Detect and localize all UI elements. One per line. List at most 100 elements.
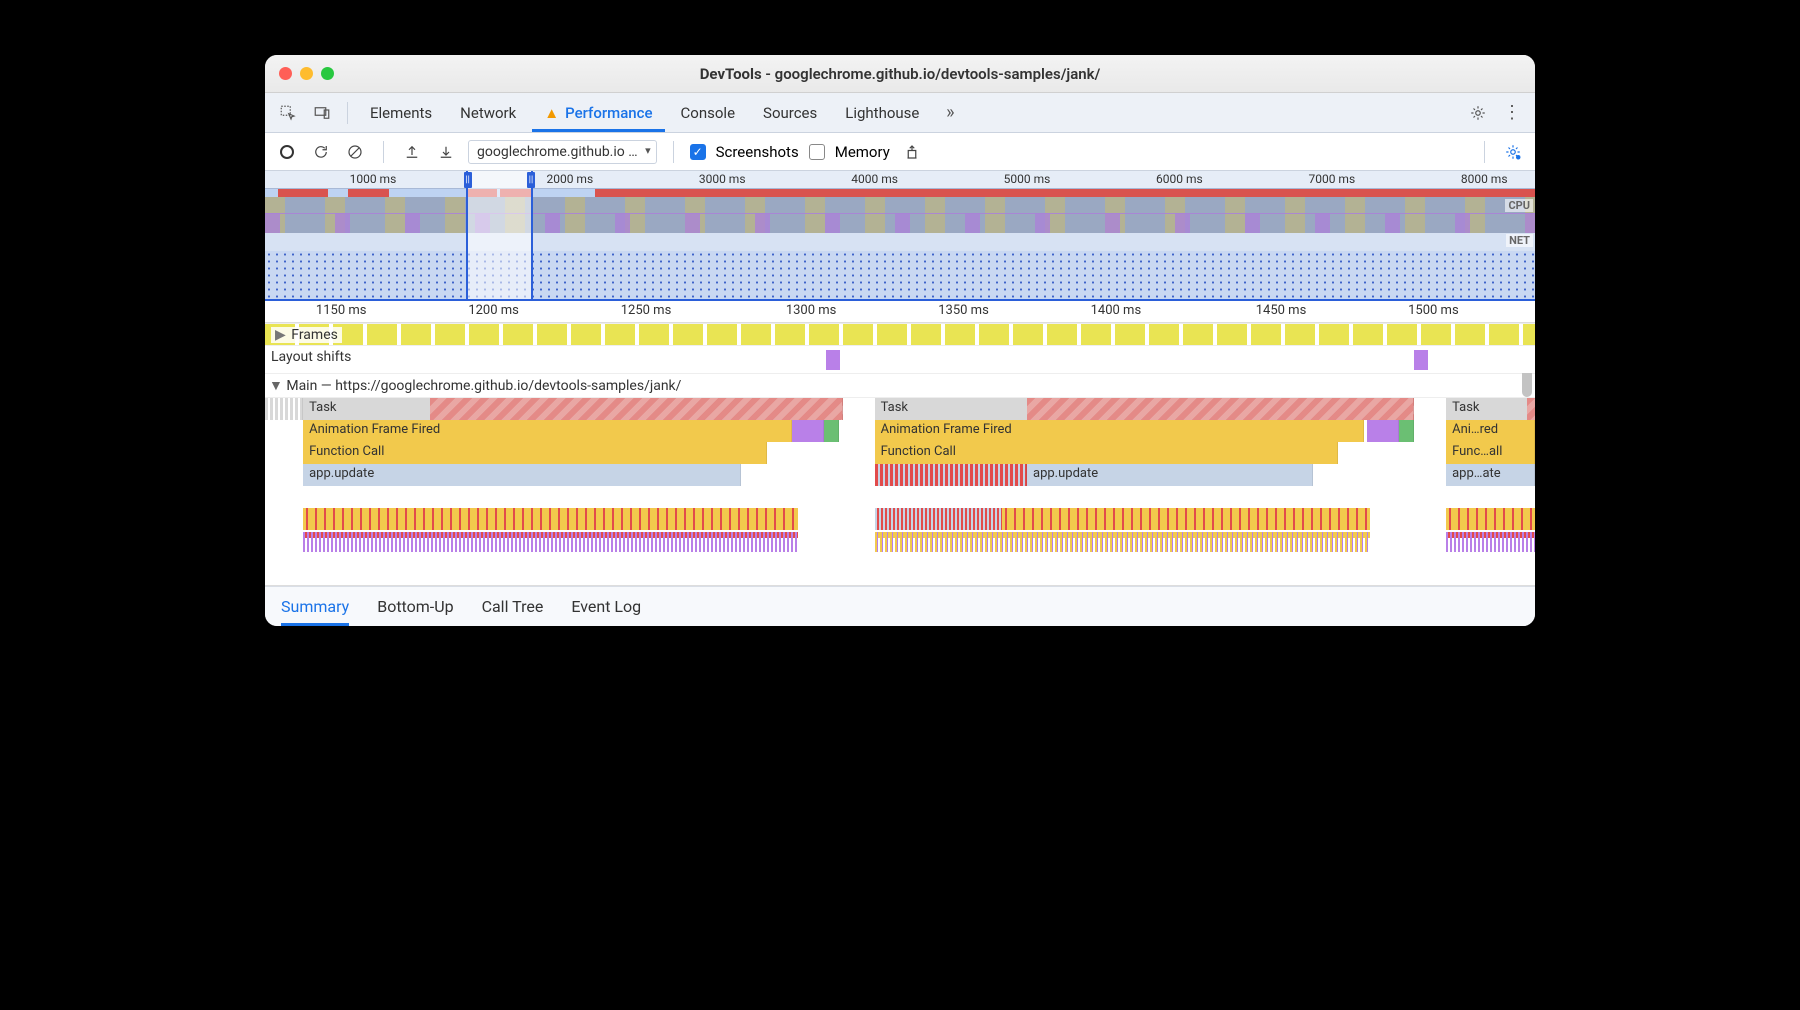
function-call-segment[interactable]: Func…all bbox=[1446, 442, 1535, 464]
settings-icon[interactable] bbox=[1463, 98, 1493, 128]
selection-handle-left[interactable]: || bbox=[464, 172, 472, 188]
tab-bottom-up[interactable]: Bottom-Up bbox=[377, 587, 453, 626]
flame-rows[interactable]: TaskAnimation Frame FiredFunction Callap… bbox=[265, 397, 1535, 577]
timeline-overview[interactable]: 1000 ms 2000 ms 3000 ms 4000 ms 5000 ms … bbox=[265, 171, 1535, 301]
flame-segment[interactable] bbox=[824, 420, 839, 442]
divider bbox=[1484, 141, 1485, 163]
animation-frame-segment[interactable]: Animation Frame Fired bbox=[875, 420, 1364, 442]
flame-segment[interactable] bbox=[1399, 420, 1414, 442]
main-thread-header[interactable]: ▼ Main — https://googlechrome.github.io/… bbox=[265, 373, 1535, 397]
layout-shift-marker[interactable] bbox=[1414, 350, 1428, 370]
selection-handle-right[interactable]: || bbox=[527, 172, 535, 188]
main-tabbar: Elements Network ▲ Performance Console S… bbox=[265, 93, 1535, 133]
zoom-window-button[interactable] bbox=[321, 67, 334, 80]
flame-segment[interactable] bbox=[1367, 420, 1399, 442]
frames-label: Frames bbox=[291, 327, 338, 343]
ruler-tick: 1000 ms bbox=[350, 172, 397, 186]
download-profile-icon[interactable] bbox=[434, 140, 458, 164]
device-toolbar-icon[interactable] bbox=[307, 98, 337, 128]
tab-performance[interactable]: ▲ Performance bbox=[532, 93, 664, 132]
ruler-tick: 1250 ms bbox=[621, 303, 672, 318]
devtools-window: DevTools - googlechrome.github.io/devtoo… bbox=[265, 55, 1535, 626]
flame-micro-row[interactable] bbox=[303, 508, 798, 530]
memory-checkbox[interactable] bbox=[809, 144, 825, 160]
flame-segment[interactable] bbox=[265, 398, 303, 420]
animation-frame-segment[interactable]: Ani…red bbox=[1446, 420, 1535, 442]
ruler-tick: 1200 ms bbox=[468, 303, 519, 318]
screenshots-strip bbox=[265, 251, 1535, 299]
ruler-tick: 1450 ms bbox=[1256, 303, 1307, 318]
layout-shifts-label: Layout shifts bbox=[271, 349, 351, 365]
close-window-button[interactable] bbox=[279, 67, 292, 80]
ruler-tick: 2000 ms bbox=[546, 172, 593, 186]
tab-call-tree[interactable]: Call Tree bbox=[482, 587, 544, 626]
memory-label: Memory bbox=[835, 143, 890, 161]
flame-micro-row[interactable] bbox=[1446, 532, 1535, 552]
function-call-segment[interactable]: Function Call bbox=[875, 442, 1339, 464]
frames-track[interactable]: ▶ Frames bbox=[265, 323, 1535, 345]
jank-marker bbox=[348, 189, 390, 197]
function-call-segment[interactable]: Function Call bbox=[303, 442, 767, 464]
minimize-window-button[interactable] bbox=[300, 67, 313, 80]
net-label: NET bbox=[1506, 234, 1533, 247]
collect-garbage-icon[interactable] bbox=[900, 140, 924, 164]
flame-ruler: 1150 ms 1200 ms 1250 ms 1300 ms 1350 ms … bbox=[265, 301, 1535, 323]
screenshots-checkbox[interactable]: ✓ bbox=[690, 144, 706, 160]
record-button[interactable] bbox=[275, 140, 299, 164]
flame-micro-row[interactable] bbox=[303, 532, 798, 552]
tab-event-log[interactable]: Event Log bbox=[571, 587, 641, 626]
warning-icon: ▲ bbox=[544, 104, 559, 122]
ruler-tick: 7000 ms bbox=[1308, 172, 1355, 186]
long-task-indicator[interactable] bbox=[1027, 398, 1414, 420]
disclosure-triangle-icon[interactable]: ▼ bbox=[269, 378, 283, 394]
ruler-tick: 6000 ms bbox=[1156, 172, 1203, 186]
tab-summary[interactable]: Summary bbox=[281, 587, 349, 626]
kebab-menu-icon[interactable]: ⋮ bbox=[1497, 98, 1527, 128]
profile-selector[interactable]: googlechrome.github.io … bbox=[468, 140, 657, 164]
tab-console[interactable]: Console bbox=[669, 93, 748, 132]
long-task-indicator[interactable] bbox=[1527, 398, 1535, 420]
app-update-segment[interactable]: app.update bbox=[1027, 464, 1313, 486]
flame-micro-row[interactable] bbox=[1446, 508, 1535, 530]
window-controls bbox=[279, 67, 334, 80]
ruler-tick: 5000 ms bbox=[1004, 172, 1051, 186]
flame-chart[interactable]: ▶ Frames Layout shifts ▼ Main — https://… bbox=[265, 323, 1535, 586]
cpu-label: CPU bbox=[1505, 199, 1533, 212]
task-segment[interactable]: Task bbox=[1446, 398, 1535, 420]
animation-frame-segment[interactable]: Animation Frame Fired bbox=[303, 420, 792, 442]
tab-lighthouse[interactable]: Lighthouse bbox=[833, 93, 931, 132]
cpu-overview-chart bbox=[265, 197, 1535, 233]
ruler-tick: 1350 ms bbox=[938, 303, 989, 318]
tab-network[interactable]: Network bbox=[448, 93, 528, 132]
capture-settings-icon[interactable] bbox=[1501, 140, 1525, 164]
reload-record-button[interactable] bbox=[309, 140, 333, 164]
tab-elements[interactable]: Elements bbox=[358, 93, 444, 132]
ruler-tick: 1300 ms bbox=[786, 303, 837, 318]
screenshots-label: Screenshots bbox=[716, 143, 799, 161]
flame-micro-row[interactable] bbox=[875, 532, 1370, 552]
overview-ruler: 1000 ms 2000 ms 3000 ms 4000 ms 5000 ms … bbox=[265, 171, 1535, 189]
more-tabs-icon[interactable]: » bbox=[935, 98, 965, 128]
app-update-segment[interactable]: app.update bbox=[303, 464, 741, 486]
layout-shifts-track[interactable]: Layout shifts bbox=[265, 345, 1535, 373]
disclosure-triangle-icon[interactable]: ▶ bbox=[275, 327, 286, 343]
clear-button[interactable] bbox=[343, 140, 367, 164]
divider bbox=[673, 141, 674, 163]
app-update-segment[interactable]: app…ate bbox=[1446, 464, 1535, 486]
tab-sources[interactable]: Sources bbox=[751, 93, 829, 132]
flame-micro-row[interactable] bbox=[875, 508, 1002, 530]
flame-segment[interactable] bbox=[792, 420, 824, 442]
overview-selection[interactable]: || || bbox=[466, 171, 533, 299]
net-overview-chart bbox=[265, 233, 1535, 251]
layout-shift-marker[interactable] bbox=[826, 350, 840, 370]
long-task-indicator[interactable] bbox=[430, 398, 843, 420]
jank-marker bbox=[595, 189, 1535, 197]
flame-segment[interactable] bbox=[875, 464, 1027, 486]
window-title: DevTools - googlechrome.github.io/devtoo… bbox=[265, 65, 1535, 83]
flame-micro-row[interactable] bbox=[1002, 508, 1370, 530]
ruler-tick: 8000 ms bbox=[1461, 172, 1508, 186]
upload-profile-icon[interactable] bbox=[400, 140, 424, 164]
jank-marker bbox=[278, 189, 329, 197]
titlebar: DevTools - googlechrome.github.io/devtoo… bbox=[265, 55, 1535, 93]
inspect-element-icon[interactable] bbox=[273, 98, 303, 128]
